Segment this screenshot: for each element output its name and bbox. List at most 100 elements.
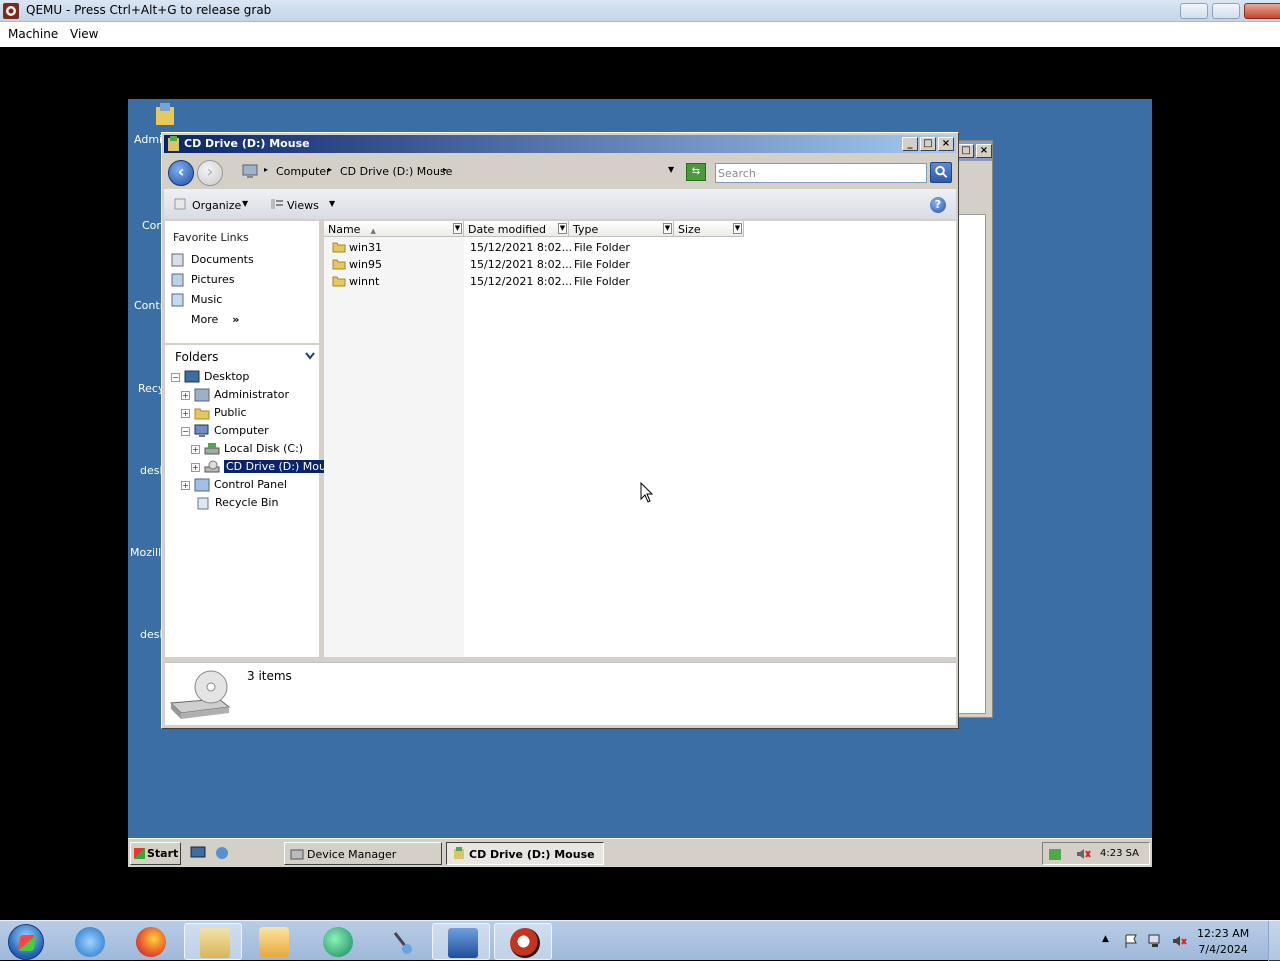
taskbar-powershell[interactable] [432,923,490,960]
favorite-music[interactable]: Music [171,293,222,307]
media-player-icon [259,927,289,957]
more-chevron-icon: » [232,313,240,326]
column-header-name[interactable]: Name ▲ ▼ [324,221,464,237]
guest-system-tray: 4:23 SA [1042,842,1150,865]
tree-item-recycle-bin[interactable]: Recycle Bin [195,496,278,510]
network-icon[interactable] [1147,933,1163,949]
search-input[interactable]: Search [715,163,927,183]
taskbar-firefox[interactable] [121,923,179,960]
column-header-type[interactable]: Type ▼ [569,221,674,237]
show-hidden-icons-icon[interactable]: ▲ [1102,934,1109,944]
background-maximize-button[interactable]: □ [958,144,974,158]
minimize-button[interactable]: _ [902,137,918,151]
breadcrumb-chevron-icon[interactable]: ▸ [443,165,447,174]
file-row[interactable]: winnt 15/12/2021 8:02... File Folder [324,273,956,290]
column-filter-icon[interactable]: ▼ [453,223,462,234]
user-folder-icon [194,388,210,402]
task-cd-drive[interactable]: CD Drive (D:) Mouse [446,842,604,865]
column-filter-icon[interactable]: ▼ [733,223,742,234]
desktop-icon-control-panel[interactable]: Contr [134,299,164,312]
folders-collapse-icon[interactable] [305,352,315,360]
views-icon [271,199,283,209]
favorite-more[interactable]: More» [191,313,239,326]
breadcrumb-chevron-icon[interactable]: ▸ [264,165,268,174]
back-button[interactable]: ‹ [168,160,194,186]
tree-expander-icon[interactable]: + [181,390,190,400]
host-menubar: Machine View [0,22,1280,47]
taskbar-green-app[interactable] [308,923,366,960]
tree-expander-icon[interactable]: + [181,480,190,490]
tree-item-cd-drive[interactable]: + CD Drive (D:) Mouse [191,460,341,474]
tree-expander-icon[interactable]: − [181,426,190,436]
breadcrumb-cd-drive[interactable]: CD Drive (D:) Mouse [340,165,452,178]
tree-item-desktop[interactable]: − Desktop [171,370,249,384]
windows-start-orb[interactable] [8,924,44,960]
quick-launch-icon[interactable] [214,845,230,861]
action-center-flag-icon[interactable] [1123,933,1139,949]
security-shield-icon[interactable] [1047,846,1063,862]
show-desktop-button[interactable] [1268,921,1280,961]
host-maximize-button[interactable] [1212,3,1240,19]
background-close-button[interactable]: × [976,144,992,158]
views-dropdown-icon[interactable]: ▼ [329,199,335,208]
guest-taskbar: Start Device Manager CD Drive (D:) Mouse… [128,838,1152,867]
volume-muted-icon[interactable] [1075,846,1091,862]
sort-ascending-icon: ▲ [370,227,376,235]
organize-button[interactable]: Organize [192,199,241,212]
volume-muted-icon[interactable] [1171,933,1187,949]
tree-expander-icon[interactable]: + [181,408,190,418]
breadcrumb-chevron-icon[interactable]: ▸ [328,165,332,174]
start-button[interactable]: Start [130,842,181,865]
column-filter-icon[interactable]: ▼ [558,223,567,234]
close-button[interactable]: × [938,137,954,151]
folder-user-icon [156,103,174,125]
file-row[interactable]: win95 15/12/2021 8:02... File Folder [324,256,956,273]
taskbar-internet-explorer[interactable] [60,923,118,960]
host-close-button[interactable] [1244,3,1280,19]
forward-button[interactable]: › [197,160,223,186]
qemu-icon [3,3,19,19]
file-list[interactable]: Name ▲ ▼ Date modified ▼ Type ▼ Size ▼ win31 … [324,221,956,657]
file-row[interactable]: win31 15/12/2021 8:02... File Folder [324,239,956,256]
address-dropdown-icon[interactable]: ▼ [668,165,674,174]
mouse-cursor-icon [640,482,654,503]
menu-machine[interactable]: Machine [8,27,58,41]
pictures-icon [171,273,184,287]
tools-icon [387,927,417,957]
refresh-button[interactable]: ⇆ [686,163,706,181]
tree-item-public[interactable]: + Public [181,406,247,420]
folders-header[interactable]: Folders [165,343,319,367]
taskbar-qemu[interactable] [494,923,552,960]
favorite-documents[interactable]: Documents [171,253,254,267]
host-date: 7/4/2024 [1198,943,1248,956]
taskbar-media-player[interactable] [244,923,302,960]
taskbar-tools[interactable] [372,923,430,960]
tree-item-administrator[interactable]: + Administrator [181,388,289,402]
column-header-date-modified[interactable]: Date modified ▼ [464,221,569,237]
address-row: ‹ › ▸ Computer ▸ CD Drive (D:) Mouse ▸ ▼… [164,155,956,187]
column-header-size[interactable]: Size ▼ [674,221,744,237]
tree-expander-icon[interactable]: − [171,372,180,382]
host-minimize-button[interactable] [1180,3,1208,19]
host-clock[interactable]: 12:23 AM 7/4/2024 [1197,926,1249,958]
tree-item-computer[interactable]: − Computer [181,424,269,438]
task-device-manager[interactable]: Device Manager [284,842,442,865]
help-icon[interactable]: ? [930,197,946,213]
tree-item-local-disk[interactable]: + Local Disk (C:) [191,442,303,456]
menu-view[interactable]: View [70,27,98,41]
column-filter-icon[interactable]: ▼ [663,223,672,234]
show-desktop-icon[interactable] [190,846,206,860]
organize-dropdown-icon[interactable]: ▼ [242,199,248,208]
views-button[interactable]: Views [287,199,319,212]
taskbar-file-explorer[interactable] [184,923,242,960]
breadcrumb-computer[interactable]: Computer [276,165,331,178]
host-taskbar: ▲ 12:23 AM 7/4/2024 [0,920,1280,961]
tree-item-control-panel[interactable]: + Control Panel [181,478,287,492]
computer-icon [242,164,258,178]
favorite-pictures[interactable]: Pictures [171,273,235,287]
tree-expander-icon[interactable]: + [191,462,200,472]
address-bar[interactable]: ▸ Computer ▸ CD Drive (D:) Mouse ▸ ▼ [236,160,680,182]
tree-expander-icon[interactable]: + [191,444,200,454]
search-icon[interactable] [930,162,952,183]
maximize-button[interactable]: □ [920,137,936,151]
